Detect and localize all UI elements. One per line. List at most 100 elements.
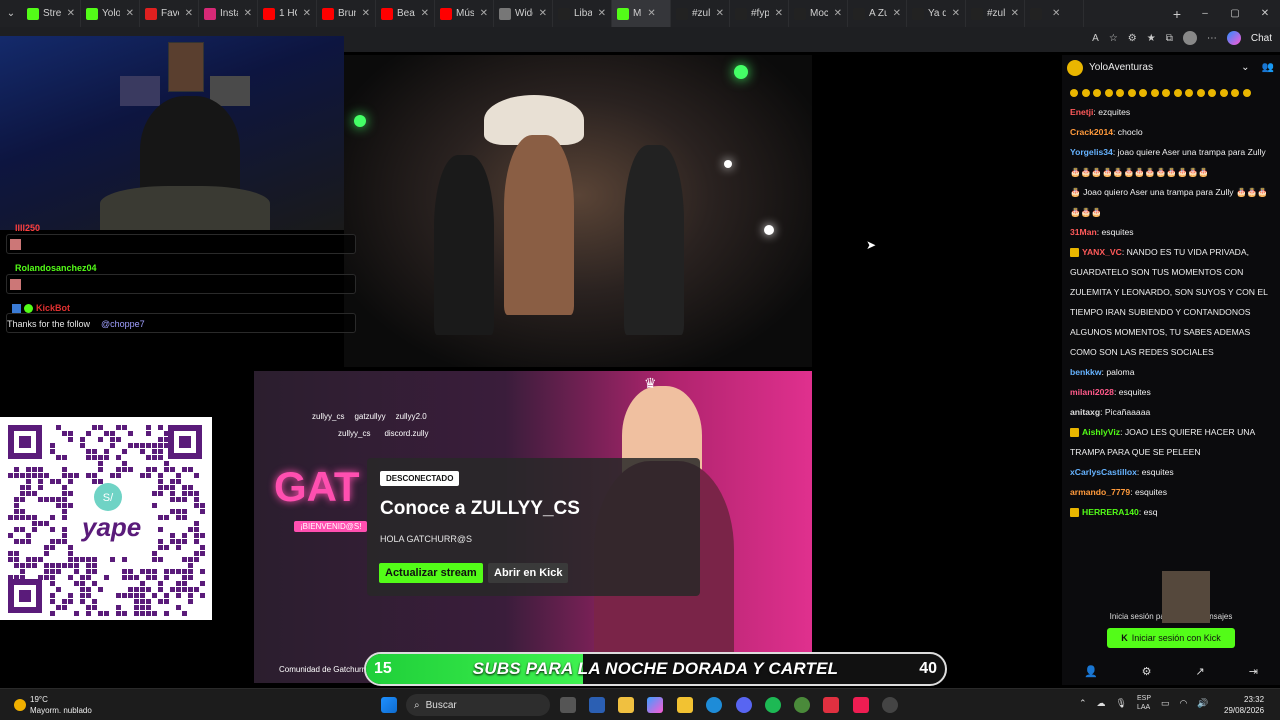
- app-red-icon[interactable]: [823, 697, 839, 713]
- app-green-icon[interactable]: [794, 697, 810, 713]
- chat-username[interactable]: AishlyViz: [1082, 427, 1120, 437]
- browser-tab[interactable]: ✕: [1025, 0, 1084, 27]
- bookmark-star-icon[interactable]: ☆: [1109, 33, 1118, 44]
- browser-tab[interactable]: Bruno ✕: [317, 0, 376, 27]
- browser-tab[interactable]: YoloAv ✕: [81, 0, 140, 27]
- emote-icon: [1127, 88, 1136, 97]
- chat-text: 🎂 Joao quiero Aser una trampa para Zully…: [1070, 187, 1269, 217]
- chevron-down-icon[interactable]: ⌄: [1241, 62, 1249, 73]
- edge-icon[interactable]: [706, 697, 722, 713]
- chat-username[interactable]: armando_7779: [1070, 487, 1130, 497]
- maximize-icon[interactable]: ▢: [1220, 8, 1250, 19]
- browser-tab[interactable]: Favorit ✕: [140, 0, 199, 27]
- browser-tab[interactable]: 1 HOU ✕: [258, 0, 317, 27]
- add-user-icon[interactable]: 👤: [1084, 665, 1098, 678]
- tab-close-icon[interactable]: ✕: [1011, 8, 1019, 19]
- chat-message: Crack2014: choclo: [1070, 127, 1143, 137]
- windows-start-icon[interactable]: [381, 697, 397, 713]
- tab-close-icon[interactable]: ✕: [716, 8, 724, 19]
- copilot-icon[interactable]: [1226, 31, 1241, 45]
- tab-close-icon[interactable]: ✕: [775, 8, 783, 19]
- chat-username[interactable]: benkkw: [1070, 367, 1102, 377]
- chat-username[interactable]: HERRERA140: [1082, 507, 1139, 517]
- discord-icon[interactable]: [736, 697, 752, 713]
- profile-avatar[interactable]: [1182, 31, 1197, 45]
- browser-tab[interactable]: Ya der ✕: [907, 0, 966, 27]
- browser-tab[interactable]: #zully ✕: [671, 0, 730, 27]
- more-menu-icon[interactable]: ⋯: [1207, 33, 1217, 44]
- refresh-stream-button[interactable]: Actualizar stream: [379, 563, 483, 583]
- tab-menu-icon[interactable]: ⌄: [0, 8, 22, 19]
- display-icon[interactable]: ▭: [1161, 698, 1170, 712]
- users-icon[interactable]: 👥: [1262, 62, 1274, 73]
- favorites-icon[interactable]: ★: [1147, 33, 1156, 44]
- browser-tab[interactable]: Beat It ✕: [376, 0, 435, 27]
- browser-tab[interactable]: Stream ✕: [22, 0, 81, 27]
- tab-close-icon[interactable]: ✕: [647, 8, 655, 19]
- tab-close-icon[interactable]: ✕: [1052, 8, 1060, 19]
- tab-close-icon[interactable]: ✕: [67, 8, 75, 19]
- login-with-kick-button[interactable]: K Iniciar sesión con Kick: [1107, 628, 1235, 648]
- tab-close-icon[interactable]: ✕: [893, 8, 901, 19]
- popout-icon[interactable]: ↗: [1196, 665, 1205, 678]
- new-tab-icon[interactable]: +: [1164, 6, 1190, 22]
- settings-gear-icon[interactable]: ⚙: [1142, 665, 1152, 678]
- tiktok-icon[interactable]: [853, 697, 869, 713]
- tab-favicon-icon: [322, 7, 334, 20]
- extension-icon[interactable]: ⚙: [1128, 33, 1137, 44]
- chat-username[interactable]: YANX_VC: [1082, 247, 1122, 257]
- wifi-icon[interactable]: ◠: [1180, 698, 1188, 712]
- exit-icon[interactable]: ⇥: [1249, 665, 1258, 678]
- browser-tab[interactable]: #zully ✕: [966, 0, 1025, 27]
- language-indicator[interactable]: ESP LAA: [1137, 694, 1151, 712]
- chat-button[interactable]: Chat: [1251, 33, 1272, 44]
- browser-tab[interactable]: A Zull ✕: [848, 0, 907, 27]
- tab-close-icon[interactable]: ✕: [185, 8, 193, 19]
- tab-close-icon[interactable]: ✕: [952, 8, 960, 19]
- browser-tab[interactable]: Widge ✕: [494, 0, 553, 27]
- chevron-up-icon[interactable]: ⌃: [1079, 698, 1087, 712]
- spotify-icon[interactable]: [765, 697, 781, 713]
- banner-community: Comunidad de Gatchurr: [279, 665, 365, 674]
- open-in-kick-button[interactable]: Abrir en Kick: [488, 563, 569, 583]
- browser-tab[interactable]: #fyp # ✕: [730, 0, 789, 27]
- browser-tab[interactable]: Moca ✕: [789, 0, 848, 27]
- task-view-icon[interactable]: [560, 697, 576, 713]
- chat-username[interactable]: milani2028: [1070, 387, 1114, 397]
- browser-tab[interactable]: Instag ✕: [199, 0, 258, 27]
- browser-tab[interactable]: Libanc ✕: [553, 0, 612, 27]
- tab-close-icon[interactable]: ✕: [480, 8, 488, 19]
- tab-close-icon[interactable]: ✕: [539, 8, 547, 19]
- tab-close-icon[interactable]: ✕: [126, 8, 134, 19]
- chat-username[interactable]: anitaxg: [1070, 407, 1100, 417]
- tab-close-icon[interactable]: ✕: [834, 8, 842, 19]
- tab-label: #fyp #: [751, 8, 769, 19]
- browser-tab[interactable]: M ✕: [612, 0, 671, 27]
- translate-icon[interactable]: A: [1092, 33, 1099, 44]
- volume-icon[interactable]: 🔊: [1197, 698, 1208, 712]
- taskbar-search[interactable]: ⌕ Buscar: [406, 694, 550, 716]
- chat-username[interactable]: Enetji: [1070, 107, 1093, 117]
- weather-widget[interactable]: 19°C Mayorm. nublado: [14, 694, 92, 716]
- app-icon[interactable]: [618, 697, 634, 713]
- chat-username[interactable]: 31Man: [1070, 227, 1097, 237]
- tab-close-icon[interactable]: ✕: [244, 8, 252, 19]
- browser-tab[interactable]: Músic ✕: [435, 0, 494, 27]
- tab-close-icon[interactable]: ✕: [362, 8, 370, 19]
- cloud-icon[interactable]: ☁: [1097, 698, 1106, 712]
- chat-username[interactable]: Crack2014: [1070, 127, 1113, 137]
- minimize-icon[interactable]: –: [1190, 8, 1220, 19]
- notes-app-icon[interactable]: [589, 697, 605, 713]
- tab-close-icon[interactable]: ✕: [421, 8, 429, 19]
- tab-close-icon[interactable]: ✕: [598, 8, 606, 19]
- mic-icon[interactable]: 🎙: [1116, 698, 1127, 712]
- taskbar-clock[interactable]: 23:32 29/08/2026: [1224, 694, 1264, 716]
- chat-username[interactable]: Yorgelis34: [1070, 147, 1113, 157]
- collections-icon[interactable]: ⧉: [1166, 33, 1173, 44]
- close-window-icon[interactable]: ✕: [1250, 8, 1280, 19]
- copilot-taskbar-icon[interactable]: [647, 697, 663, 713]
- chat-username[interactable]: xCarlysCastillox: [1070, 467, 1137, 477]
- tab-close-icon[interactable]: ✕: [303, 8, 311, 19]
- obs-icon[interactable]: [882, 697, 898, 713]
- file-explorer-icon[interactable]: [677, 697, 693, 713]
